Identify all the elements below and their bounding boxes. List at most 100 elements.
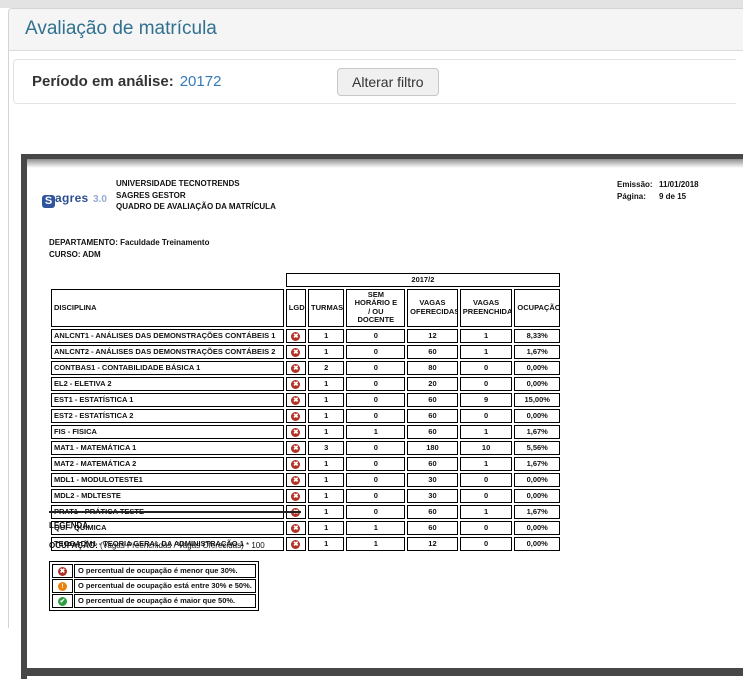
col-header-ocupacao: OCUPAÇÃO (514, 289, 560, 327)
turmas-cell: 3 (308, 441, 344, 455)
discipline-cell: EL2 - ELETIVA 2 (51, 377, 284, 391)
table-row: EST1 - ESTATÍSTICA 1 ✖ 1 0 60 9 15,00% (51, 393, 560, 407)
discipline-cell: MAT2 - MATEMÁTICA 2 (51, 457, 284, 471)
report-viewer[interactable]: Sagres 3.0 UNIVERSIDADE TECNOTRENDS SAGR… (21, 154, 743, 679)
sem-horario-cell: 0 (346, 329, 405, 343)
discipline-cell: MDL2 - MDLTESTE (51, 489, 284, 503)
emission-label: Emissão: (617, 180, 659, 192)
table-row: MAT1 - MATEMÁTICA 1 ✖ 3 0 180 10 5,56% (51, 441, 560, 455)
vagas-preenchidas-cell: 1 (460, 329, 513, 343)
legend-title: LEGENDA (49, 521, 88, 530)
vagas-oferecidas-cell: 60 (407, 425, 458, 439)
lgd-cell: ✖ (286, 361, 306, 375)
discipline-cell: CONTBAS1 - CONTABILIDADE BÁSICA 1 (51, 361, 284, 375)
sem-horario-cell: 1 (346, 425, 405, 439)
discipline-cell: EST2 - ESTATÍSTICA 2 (51, 409, 284, 423)
col-header-vagas-oferecidas: VAGAS OFERECIDAS (407, 289, 458, 327)
col-header-sem-horario: SEM HORÁRIO E / OU DOCENTE (346, 289, 405, 327)
sagres-logo: Sagres 3.0 (42, 189, 107, 208)
turmas-cell: 1 (308, 537, 344, 551)
vagas-preenchidas-cell: 0 (460, 361, 513, 375)
table-row: EL2 - ELETIVA 2 ✖ 1 0 20 0 0,00% (51, 377, 560, 391)
ocupacao-cell: 1,67% (514, 425, 560, 439)
red-x-icon: ✖ (291, 524, 300, 533)
vagas-oferecidas-cell: 30 (407, 473, 458, 487)
alter-filter-button[interactable]: Alterar filtro (337, 68, 439, 96)
vagas-oferecidas-cell: 12 (407, 329, 458, 343)
org-line-report-title: QUADRO DE AVALIAÇÃO DA MATRÍCULA (116, 201, 276, 213)
vagas-preenchidas-cell: 1 (460, 457, 513, 471)
discipline-cell: FIS - FISICA (51, 425, 284, 439)
red-x-icon: ✖ (291, 460, 300, 469)
table-row: QUI - QUIMICA ✖ 1 1 60 0 0,00% (51, 521, 560, 535)
period-value: 20172 (180, 73, 222, 90)
red-x-icon: ✖ (291, 444, 300, 453)
table-row: ANLCNT1 - ANÁLISES DAS DEMONSTRAÇÕES CON… (51, 329, 560, 343)
legend-box: ✖ O percentual de ocupação é menor que 3… (49, 561, 259, 611)
lgd-cell: ✖ (286, 537, 306, 551)
occupancy-formula: OCUPAÇÃO: (Vagas Preenchidas / Vagas Ofe… (49, 541, 265, 550)
ocupacao-cell: 15,00% (514, 393, 560, 407)
legend-row: ! O percentual de ocupação está entre 30… (52, 579, 256, 593)
turmas-cell: 2 (308, 361, 344, 375)
lgd-cell: ✖ (286, 425, 306, 439)
table-corner-spacer (51, 273, 284, 287)
vagas-oferecidas-cell: 80 (407, 361, 458, 375)
page-number-label: Página: (617, 192, 659, 204)
col-header-lgd: LGD (286, 289, 306, 327)
red-x-icon: ✖ (291, 492, 300, 501)
legend-icon-cell: ✖ (52, 564, 73, 578)
turmas-cell: 1 (308, 409, 344, 423)
report-page: Sagres 3.0 UNIVERSIDADE TECNOTRENDS SAGR… (27, 159, 743, 668)
legend-row: ✔ O percentual de ocupação é maior que 5… (52, 594, 256, 608)
sem-horario-cell: 1 (346, 537, 405, 551)
emission-value: 11/01/2018 (659, 180, 699, 192)
turmas-cell: 1 (308, 505, 344, 519)
sem-horario-cell: 1 (346, 521, 405, 535)
sagres-logo-version: 3.0 (93, 194, 107, 205)
discipline-cell: EST1 - ESTATÍSTICA 1 (51, 393, 284, 407)
vagas-preenchidas-cell: 0 (460, 521, 513, 535)
turmas-cell: 1 (308, 345, 344, 359)
legend-text-cell: O percentual de ocupação está entre 30% … (74, 579, 256, 593)
table-row: FIS - FISICA ✖ 1 1 60 1 1,67% (51, 425, 560, 439)
red-x-icon: ✖ (291, 348, 300, 357)
vagas-preenchidas-cell: 10 (460, 441, 513, 455)
turmas-cell: 1 (308, 457, 344, 471)
ocupacao-cell: 0,00% (514, 521, 560, 535)
red-x-icon: ✖ (291, 364, 300, 373)
org-line-system: SAGRES GESTOR (116, 190, 276, 202)
vagas-oferecidas-cell: 20 (407, 377, 458, 391)
course-line: CURSO: ADM (49, 249, 209, 261)
period-label: Período em análise: (32, 73, 174, 90)
vagas-oferecidas-cell: 60 (407, 505, 458, 519)
ocupacao-cell: 0,00% (514, 377, 560, 391)
vagas-oferecidas-cell: 30 (407, 489, 458, 503)
vagas-preenchidas-cell: 9 (460, 393, 513, 407)
ocupacao-cell: 0,00% (514, 409, 560, 423)
turmas-cell: 1 (308, 393, 344, 407)
turmas-cell: 1 (308, 489, 344, 503)
red-x-icon: ✖ (291, 428, 300, 437)
period-column-group-header: 2017/2 (286, 273, 560, 287)
sem-horario-cell: 0 (346, 361, 405, 375)
vagas-oferecidas-cell: 60 (407, 345, 458, 359)
vagas-oferecidas-cell: 60 (407, 457, 458, 471)
red-x-icon: ✖ (58, 567, 67, 576)
ocupacao-cell: 0,00% (514, 489, 560, 503)
lgd-cell: ✖ (286, 377, 306, 391)
discipline-cell: ANLCNT2 - ANÁLISES DAS DEMONSTRAÇÕES CON… (51, 345, 284, 359)
lgd-cell: ✖ (286, 457, 306, 471)
legend-row: ✖ O percentual de ocupação é menor que 3… (52, 564, 256, 578)
ocupacao-cell: 5,56% (514, 441, 560, 455)
red-x-icon: ✖ (291, 396, 300, 405)
discipline-cell: MDL1 - MODULOTESTE1 (51, 473, 284, 487)
turmas-cell: 1 (308, 329, 344, 343)
report-org-block: UNIVERSIDADE TECNOTRENDS SAGRES GESTOR Q… (116, 178, 276, 213)
orange-exclamation-icon: ! (58, 582, 67, 591)
ocupacao-cell: 8,33% (514, 329, 560, 343)
sagres-logo-text: agres (55, 191, 89, 205)
sem-horario-cell: 0 (346, 489, 405, 503)
turmas-cell: 1 (308, 377, 344, 391)
vagas-oferecidas-cell: 12 (407, 537, 458, 551)
